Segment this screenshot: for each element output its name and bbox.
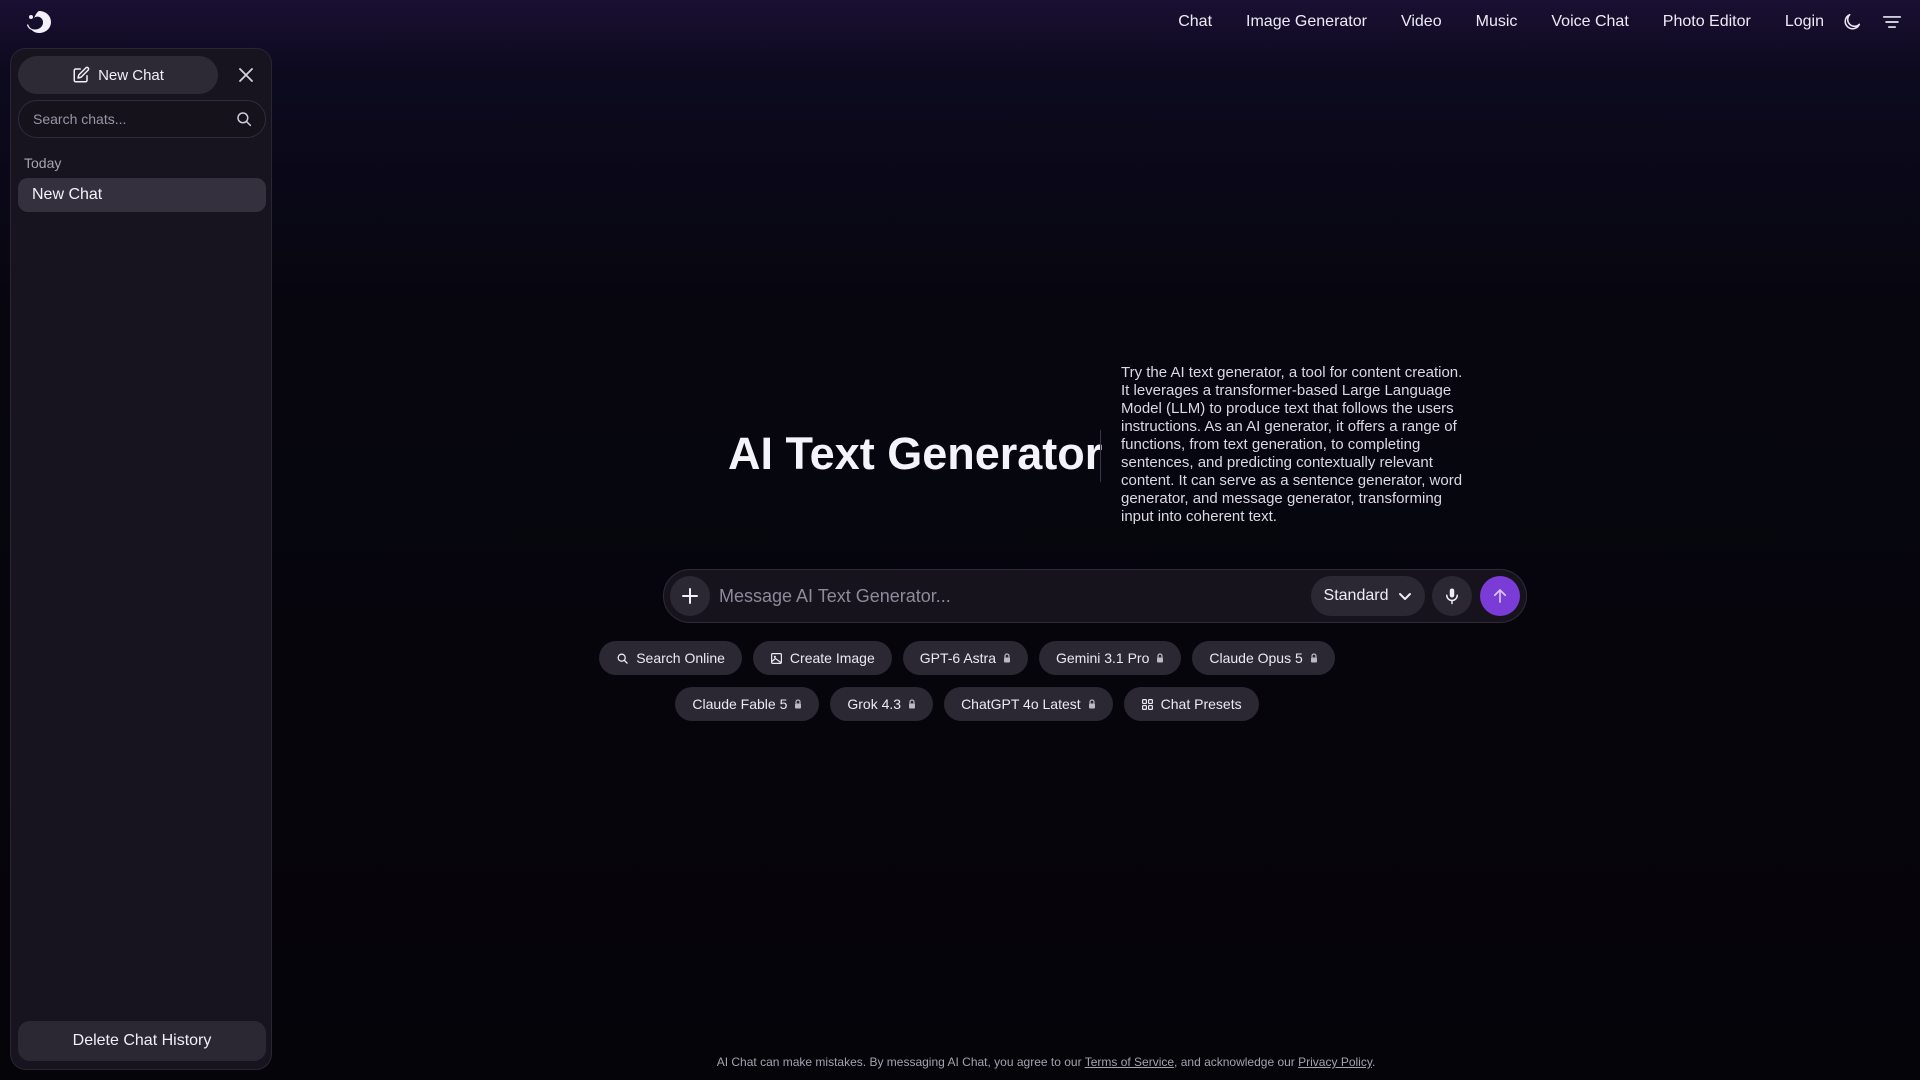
mode-select-value: Standard: [1323, 587, 1389, 604]
top-navigation: Chat Image Generator Video Music Voice C…: [0, 0, 1920, 44]
footer-text-2: , and acknowledge our: [1174, 1055, 1299, 1069]
chevron-down-icon: [1399, 593, 1412, 600]
model-claude-opus-chip[interactable]: Claude Opus 5: [1192, 641, 1335, 675]
chat-presets-chip[interactable]: Chat Presets: [1123, 687, 1259, 721]
lock-icon: [1157, 653, 1164, 663]
footer-text-1: AI Chat can make mistakes. By messaging …: [716, 1055, 1085, 1069]
page-title: AI Text Generator: [728, 428, 1103, 479]
model-gpt6-astra-chip[interactable]: GPT-6 Astra: [902, 641, 1028, 675]
lock-icon: [1310, 653, 1317, 663]
nav-photo-editor[interactable]: Photo Editor: [1663, 13, 1751, 31]
send-button[interactable]: [1480, 576, 1520, 616]
model-grok-chip[interactable]: Grok 4.3: [830, 687, 934, 721]
moon-icon[interactable]: [1841, 11, 1863, 33]
search-icon[interactable]: [235, 110, 253, 128]
search-chats-box: [18, 100, 266, 138]
model-gemini-label: Gemini 3.1 Pro: [1056, 650, 1150, 666]
nav-image-generator[interactable]: Image Generator: [1246, 13, 1367, 31]
edit-icon: [73, 66, 90, 83]
logo-icon[interactable]: [24, 8, 54, 36]
nav-video[interactable]: Video: [1401, 13, 1442, 31]
new-chat-button[interactable]: New Chat: [18, 56, 218, 94]
close-icon: [239, 68, 253, 82]
footer-text-3: .: [1371, 1055, 1376, 1069]
image-icon: [770, 652, 782, 664]
lock-icon: [795, 699, 802, 709]
model-claude-opus-label: Claude Opus 5: [1209, 650, 1303, 666]
section-label-today: Today: [24, 155, 62, 171]
nav-chat[interactable]: Chat: [1178, 13, 1212, 31]
model-chatgpt4o-label: ChatGPT 4o Latest: [961, 696, 1081, 712]
lock-icon: [1004, 653, 1010, 663]
model-claude-fable-label: Claude Fable 5: [692, 696, 788, 712]
search-online-chip[interactable]: Search Online: [599, 641, 742, 675]
create-image-label: Create Image: [789, 650, 875, 666]
search-icon: [617, 653, 628, 664]
grid-icon: [1141, 698, 1153, 710]
attach-button[interactable]: [670, 576, 710, 616]
message-composer: Standard: [663, 569, 1527, 623]
main-nav: Chat Image Generator Video Music Voice C…: [1178, 0, 1824, 44]
search-online-label: Search Online: [636, 650, 725, 666]
new-chat-label: New Chat: [98, 66, 164, 84]
mode-select[interactable]: Standard: [1311, 576, 1425, 616]
nav-login[interactable]: Login: [1785, 13, 1824, 31]
footer-disclaimer: AI Chat can make mistakes. By messaging …: [0, 1055, 1920, 1069]
quick-actions-row-2: Claude Fable 5 Grok 4.3 ChatGPT 4o Lates…: [0, 687, 1920, 721]
nav-music[interactable]: Music: [1476, 13, 1518, 31]
model-gemini-chip[interactable]: Gemini 3.1 Pro: [1039, 641, 1182, 675]
model-grok-label: Grok 4.3: [847, 696, 902, 712]
microphone-icon: [1446, 588, 1458, 605]
message-input[interactable]: [719, 570, 1279, 622]
nav-voice-chat[interactable]: Voice Chat: [1551, 13, 1628, 31]
create-image-chip[interactable]: Create Image: [752, 641, 892, 675]
sidebar: New Chat Today New Chat Delete Chat Hist…: [10, 48, 272, 1070]
arrow-up-icon: [1493, 589, 1507, 603]
title-divider: [1100, 430, 1101, 482]
model-gpt6-astra-label: GPT-6 Astra: [919, 650, 996, 666]
quick-actions-row-1: Search Online Create Image GPT-6 Astra G…: [0, 641, 1920, 675]
chat-list-item[interactable]: New Chat: [18, 178, 266, 212]
model-claude-fable-chip[interactable]: Claude Fable 5: [675, 687, 820, 721]
menu-icon[interactable]: [1881, 11, 1903, 33]
terms-of-service-link[interactable]: Terms of Service: [1085, 1055, 1174, 1069]
plus-icon: [682, 588, 698, 604]
model-chatgpt4o-chip[interactable]: ChatGPT 4o Latest: [944, 687, 1113, 721]
page-description: Try the AI text generator, a tool for co…: [1121, 364, 1463, 525]
close-sidebar-button[interactable]: [233, 62, 259, 88]
lock-icon: [909, 699, 916, 709]
lock-icon: [1088, 699, 1095, 709]
chat-presets-label: Chat Presets: [1160, 696, 1242, 712]
voice-input-button[interactable]: [1432, 576, 1472, 616]
search-chats-input[interactable]: [33, 101, 233, 137]
privacy-policy-link[interactable]: Privacy Policy: [1298, 1055, 1372, 1069]
